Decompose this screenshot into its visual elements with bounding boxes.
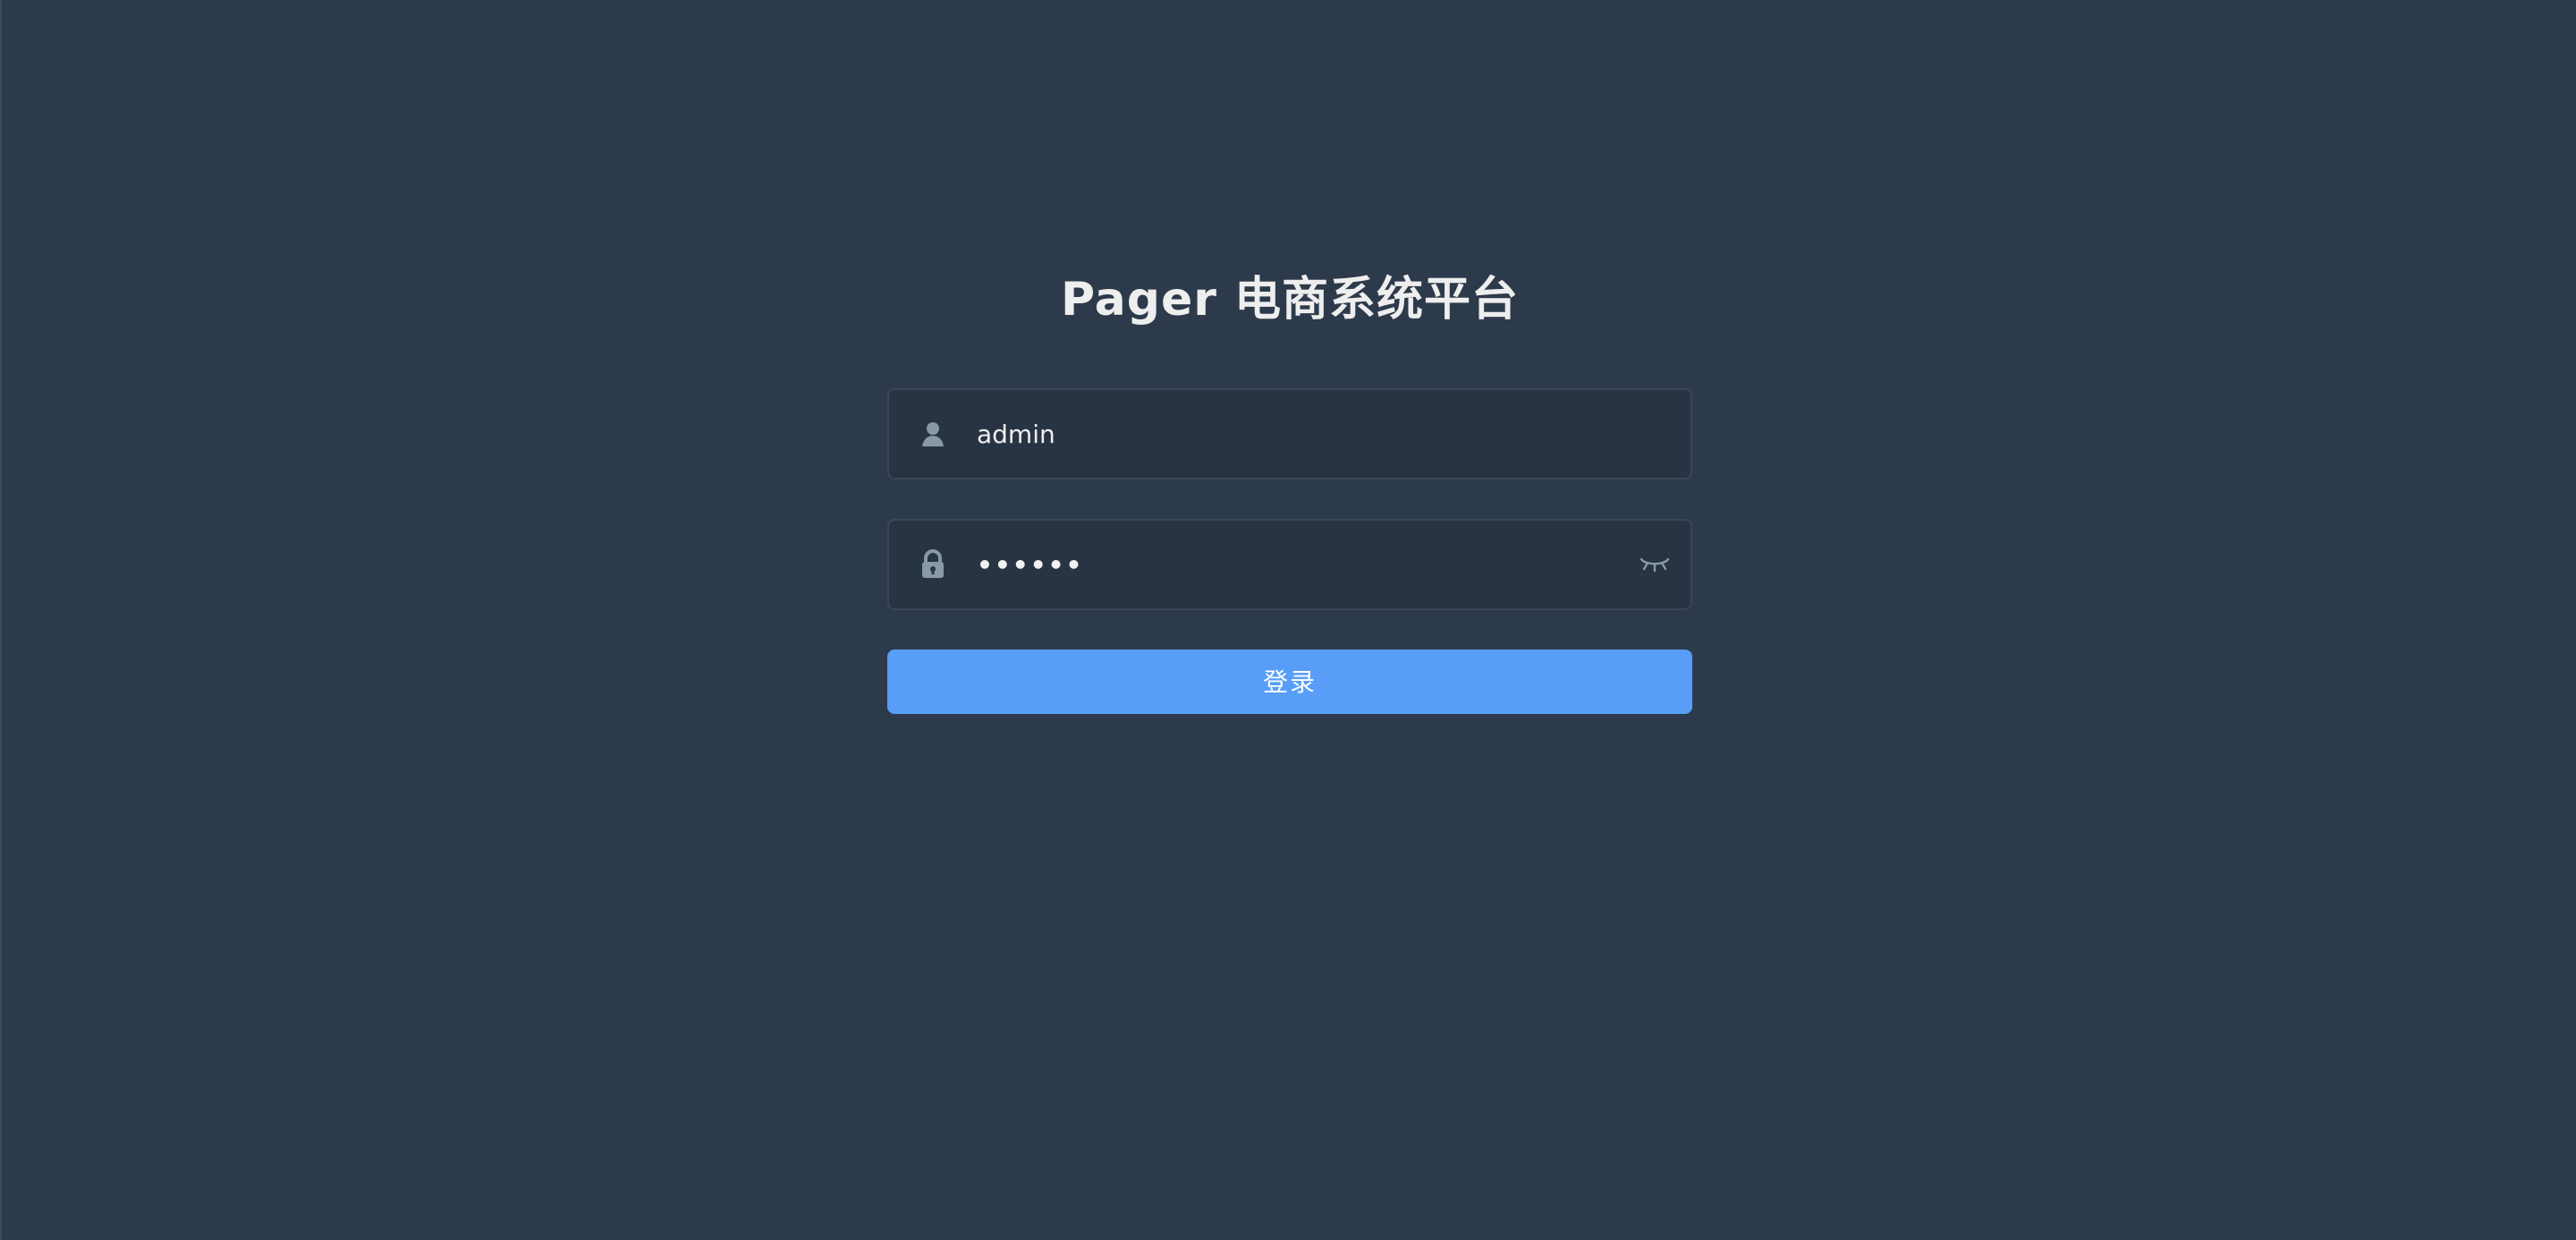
- username-field[interactable]: [887, 388, 1692, 480]
- lock-icon: [889, 521, 977, 608]
- page-title: Pager 电商系统平台: [1060, 273, 1520, 327]
- password-input[interactable]: ••••••: [977, 521, 1619, 608]
- password-field[interactable]: ••••••: [887, 519, 1692, 610]
- username-input[interactable]: [977, 390, 1690, 478]
- login-form: Pager 电商系统平台 ••••••: [887, 259, 1692, 714]
- login-page: Pager 电商系统平台 ••••••: [0, 0, 2576, 1240]
- eye-closed-icon[interactable]: [1619, 521, 1690, 608]
- login-button[interactable]: 登录: [887, 650, 1692, 714]
- user-icon: [889, 390, 977, 478]
